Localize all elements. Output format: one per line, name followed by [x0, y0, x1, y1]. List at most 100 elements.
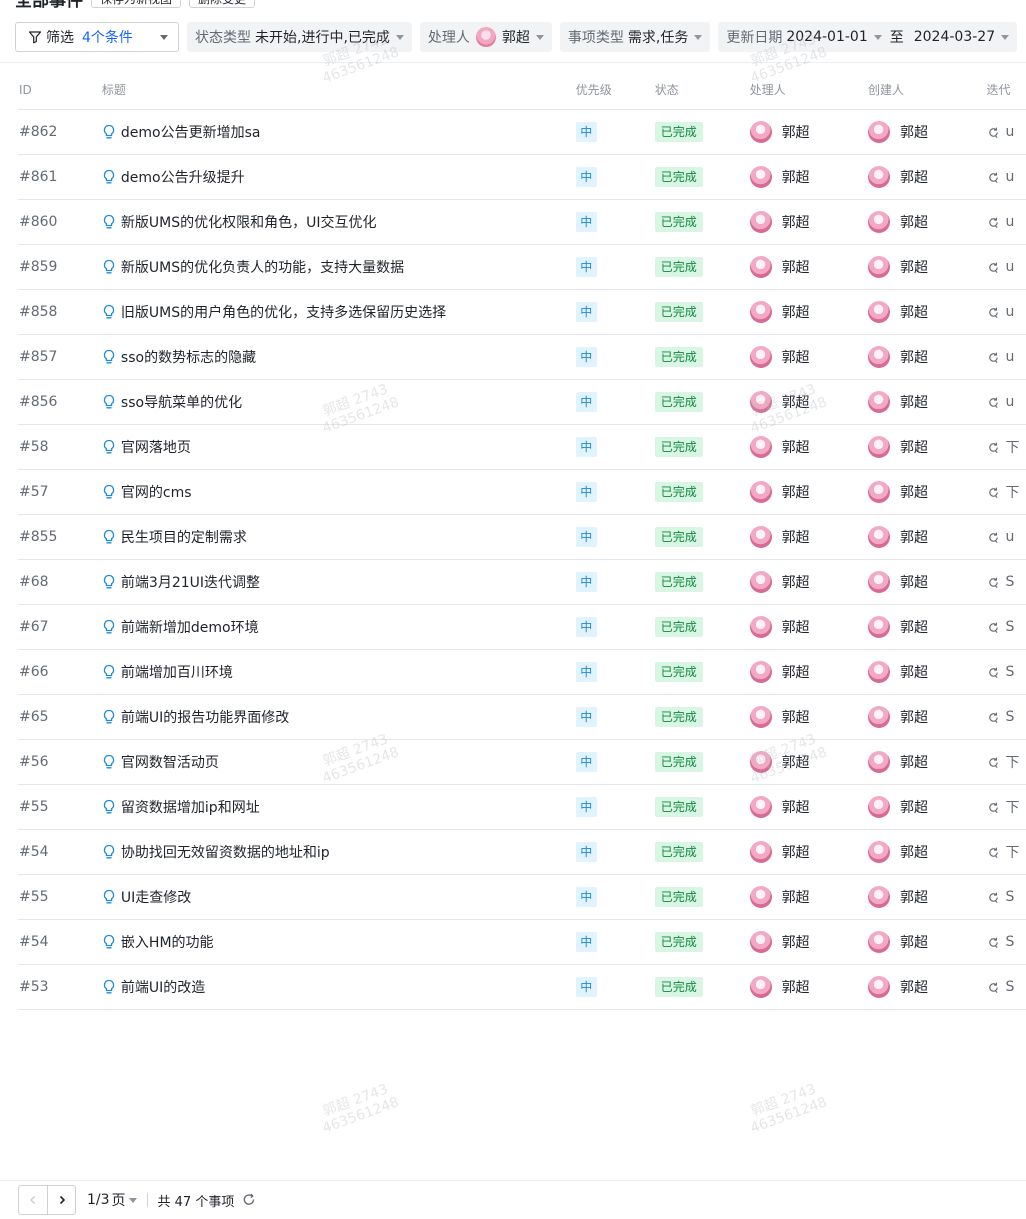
status-badge[interactable]: 已完成	[654, 932, 703, 952]
issue-id[interactable]: #55	[18, 889, 102, 905]
iteration-cell[interactable]: u	[987, 394, 1026, 410]
priority-badge[interactable]: 中	[575, 842, 597, 862]
item-type-filter[interactable]: 事项类型 需求,任务	[559, 22, 711, 52]
priority-badge[interactable]: 中	[575, 122, 597, 142]
priority-badge[interactable]: 中	[575, 437, 597, 457]
iteration-cell[interactable]: 下	[987, 752, 1026, 772]
assignee-cell[interactable]: 郭超	[749, 661, 868, 683]
table-row[interactable]: #860 新版UMS的优化权限和角色，UI交互优化 中 已完成 郭超 郭超 u	[18, 200, 1026, 245]
table-row[interactable]: #53 前端UI的改造 中 已完成 郭超 郭超 S	[18, 965, 1026, 1010]
priority-badge[interactable]: 中	[575, 392, 597, 412]
issue-id[interactable]: #65	[18, 709, 102, 725]
status-badge[interactable]: 已完成	[654, 257, 703, 277]
priority-badge[interactable]: 中	[575, 212, 597, 232]
iteration-cell[interactable]: u	[987, 259, 1026, 275]
status-badge[interactable]: 已完成	[654, 977, 703, 997]
next-page-button[interactable]	[47, 1186, 75, 1214]
table-row[interactable]: #68 前端3月21UI迭代调整 中 已完成 郭超 郭超 S	[18, 560, 1026, 605]
status-badge[interactable]: 已完成	[654, 842, 703, 862]
issue-id[interactable]: #54	[18, 844, 102, 860]
save-view-button[interactable]: 保存为新视图	[91, 0, 182, 8]
table-row[interactable]: #861 demo公告升级提升 中 已完成 郭超 郭超 u	[18, 155, 1026, 200]
assignee-cell[interactable]: 郭超	[749, 256, 868, 278]
issue-title-link[interactable]: 嵌入HM的功能	[102, 932, 576, 952]
status-badge[interactable]: 已完成	[654, 167, 703, 187]
priority-badge[interactable]: 中	[575, 617, 597, 637]
priority-badge[interactable]: 中	[575, 257, 597, 277]
issue-id[interactable]: #68	[18, 574, 102, 590]
iteration-cell[interactable]: u	[987, 349, 1026, 365]
assignee-cell[interactable]: 郭超	[749, 616, 868, 638]
status-badge[interactable]: 已完成	[654, 707, 703, 727]
status-badge[interactable]: 已完成	[654, 797, 703, 817]
table-row[interactable]: #58 官网落地页 中 已完成 郭超 郭超 下	[18, 425, 1026, 470]
column-header-id[interactable]: ID	[18, 83, 102, 97]
table-row[interactable]: #54 嵌入HM的功能 中 已完成 郭超 郭超 S	[18, 920, 1026, 965]
page-selector[interactable]: 1/3 页	[87, 1190, 137, 1210]
assignee-cell[interactable]: 郭超	[749, 841, 868, 863]
issue-title-link[interactable]: demo公告更新增加sa	[102, 122, 576, 142]
status-badge[interactable]: 已完成	[654, 347, 703, 367]
issue-id[interactable]: #55	[18, 799, 102, 815]
issue-title-link[interactable]: 前端新增加demo环境	[102, 617, 576, 637]
iteration-cell[interactable]: S	[987, 709, 1026, 725]
assignee-cell[interactable]: 郭超	[749, 346, 868, 368]
priority-badge[interactable]: 中	[575, 347, 597, 367]
table-row[interactable]: #859 新版UMS的优化负责人的功能，支持大量数据 中 已完成 郭超 郭超 u	[18, 245, 1026, 290]
priority-badge[interactable]: 中	[575, 977, 597, 997]
assignee-cell[interactable]: 郭超	[749, 571, 868, 593]
issue-id[interactable]: #67	[18, 619, 102, 635]
issue-id[interactable]: #858	[18, 304, 102, 320]
priority-badge[interactable]: 中	[575, 797, 597, 817]
issue-id[interactable]: #860	[18, 214, 102, 230]
iteration-cell[interactable]: u	[987, 304, 1026, 320]
table-row[interactable]: #55 留资数据增加ip和网址 中 已完成 郭超 郭超 下	[18, 785, 1026, 830]
iteration-cell[interactable]: S	[987, 889, 1026, 905]
status-badge[interactable]: 已完成	[654, 662, 703, 682]
priority-badge[interactable]: 中	[575, 887, 597, 907]
iteration-cell[interactable]: u	[987, 214, 1026, 230]
iteration-cell[interactable]: 下	[987, 797, 1026, 817]
issue-id[interactable]: #58	[18, 439, 102, 455]
priority-badge[interactable]: 中	[575, 482, 597, 502]
iteration-cell[interactable]: S	[987, 619, 1026, 635]
issue-title-link[interactable]: 前端UI的报告功能界面修改	[102, 707, 576, 727]
table-row[interactable]: #858 旧版UMS的用户角色的优化，支持多选保留历史选择 中 已完成 郭超 郭超 u	[18, 290, 1026, 335]
iteration-cell[interactable]: 下	[987, 437, 1026, 457]
status-badge[interactable]: 已完成	[654, 572, 703, 592]
priority-badge[interactable]: 中	[575, 707, 597, 727]
status-badge[interactable]: 已完成	[654, 752, 703, 772]
table-row[interactable]: #65 前端UI的报告功能界面修改 中 已完成 郭超 郭超 S	[18, 695, 1026, 740]
priority-badge[interactable]: 中	[575, 662, 597, 682]
status-badge[interactable]: 已完成	[654, 887, 703, 907]
table-row[interactable]: #856 sso导航菜单的优化 中 已完成 郭超 郭超 u	[18, 380, 1026, 425]
issue-id[interactable]: #66	[18, 664, 102, 680]
assignee-cell[interactable]: 郭超	[749, 391, 868, 413]
table-row[interactable]: #54 协助找回无效留资数据的地址和ip 中 已完成 郭超 郭超 下	[18, 830, 1026, 875]
prev-page-button[interactable]	[19, 1186, 47, 1214]
issue-title-link[interactable]: 新版UMS的优化负责人的功能，支持大量数据	[102, 257, 576, 277]
refresh-icon[interactable]	[242, 1193, 256, 1207]
table-row[interactable]: #55 UI走查修改 中 已完成 郭超 郭超 S	[18, 875, 1026, 920]
status-badge[interactable]: 已完成	[654, 122, 703, 142]
column-header-iteration[interactable]: 迭代	[987, 81, 1026, 98]
issue-title-link[interactable]: demo公告升级提升	[102, 167, 576, 187]
table-row[interactable]: #66 前端增加百川环境 中 已完成 郭超 郭超 S	[18, 650, 1026, 695]
status-badge[interactable]: 已完成	[654, 302, 703, 322]
assignee-cell[interactable]: 郭超	[749, 436, 868, 458]
iteration-cell[interactable]: 下	[987, 482, 1026, 502]
assignee-cell[interactable]: 郭超	[749, 796, 868, 818]
issue-id[interactable]: #53	[18, 979, 102, 995]
issue-title-link[interactable]: 协助找回无效留资数据的地址和ip	[102, 842, 576, 862]
status-badge[interactable]: 已完成	[654, 212, 703, 232]
issue-id[interactable]: #855	[18, 529, 102, 545]
priority-badge[interactable]: 中	[575, 752, 597, 772]
issue-title-link[interactable]: 民生项目的定制需求	[102, 527, 576, 547]
table-row[interactable]: #57 官网的cms 中 已完成 郭超 郭超 下	[18, 470, 1026, 515]
assignee-cell[interactable]: 郭超	[749, 166, 868, 188]
table-row[interactable]: #857 sso的数势标志的隐藏 中 已完成 郭超 郭超 u	[18, 335, 1026, 380]
date-to[interactable]: 2024-03-27	[914, 29, 995, 45]
assignee-cell[interactable]: 郭超	[749, 481, 868, 503]
issue-title-link[interactable]: 前端增加百川环境	[102, 662, 576, 682]
assignee-cell[interactable]: 郭超	[749, 976, 868, 998]
